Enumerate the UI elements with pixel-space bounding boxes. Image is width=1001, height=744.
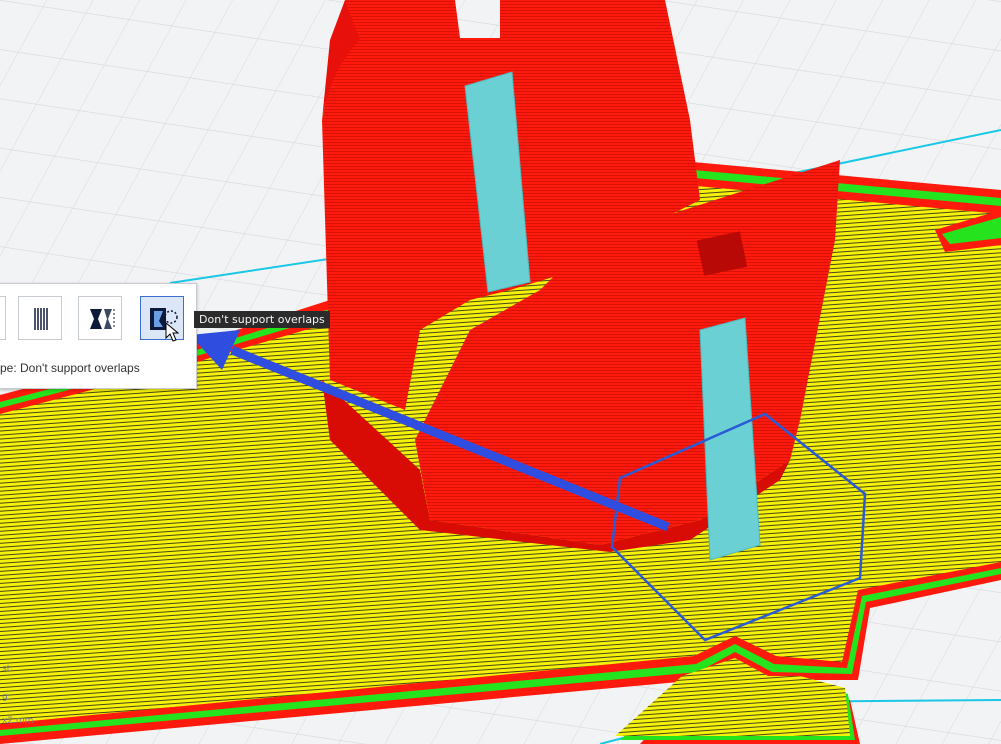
tool-status-text: pe: Don't support overlaps bbox=[0, 361, 140, 375]
support-blocker-lines-icon bbox=[34, 308, 48, 330]
support-blocker-lines-button[interactable] bbox=[18, 296, 62, 340]
support-blocker-partial-icon bbox=[0, 297, 7, 341]
corner-label-3: x2.mm bbox=[2, 716, 34, 726]
corner-label-2: g bbox=[2, 692, 8, 702]
support-blocker-partial-button[interactable] bbox=[0, 296, 6, 340]
corner-label-1: st bbox=[2, 664, 11, 674]
tooltip: Don't support overlaps bbox=[194, 311, 330, 328]
support-blocker-shape-icon bbox=[90, 309, 115, 329]
support-blocker-shape-button[interactable] bbox=[78, 296, 122, 340]
mouse-pointer-icon bbox=[165, 322, 179, 342]
